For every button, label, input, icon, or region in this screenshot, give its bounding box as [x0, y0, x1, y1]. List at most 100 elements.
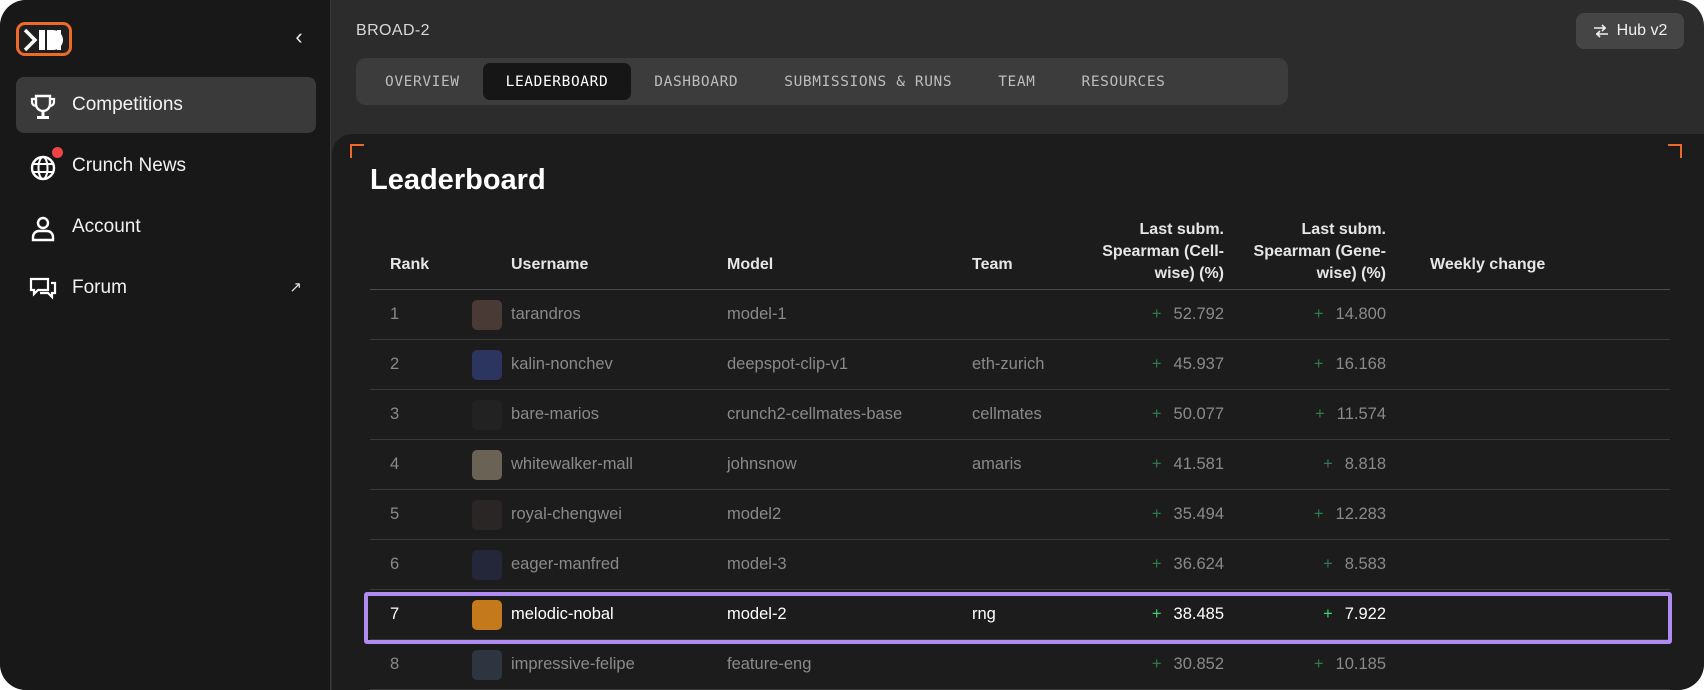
tab-submissions-runs[interactable]: SUBMISSIONS & RUNS: [761, 63, 975, 100]
table-row[interactable]: 4 whitewalker-mall johnsnow amaris +41.581 +8…: [370, 440, 1670, 490]
sidebar-item-competitions[interactable]: Competitions: [16, 77, 316, 133]
leaderboard-panel: Leaderboard Rank Username Model Team Las…: [332, 134, 1704, 690]
gene-wise-value: 12.283: [1335, 505, 1386, 523]
avatar: [472, 450, 502, 480]
cell-wise-value: 50.077: [1173, 405, 1224, 423]
cell-wise-score: +36.624: [1110, 555, 1224, 574]
plus-icon: +: [1313, 505, 1324, 523]
sidebar-item-account[interactable]: Account: [16, 199, 316, 255]
table-row[interactable]: 6 eager-manfred model-3 +36.624 +8.583: [370, 540, 1670, 590]
sidebar-item-label: Competitions: [72, 94, 183, 115]
rank-cell: 7: [390, 605, 400, 623]
sidebar-nav: Competitions Crunch News Account Forum ↗: [16, 77, 316, 321]
plus-icon: +: [1313, 305, 1324, 323]
cell-wise-value: 30.852: [1173, 655, 1224, 673]
table-row[interactable]: 8 impressive-felipe feature-eng +30.852 +10.…: [370, 640, 1670, 690]
table-row[interactable]: 3 bare-marios crunch2-cellmates-base cellma…: [370, 390, 1670, 440]
gene-wise-value: 11.574: [1336, 405, 1386, 423]
cell-wise-value: 41.581: [1173, 455, 1224, 473]
swap-icon: [1593, 24, 1608, 38]
gene-wise-value: 10.185: [1335, 655, 1386, 673]
column-header-cell-wise[interactable]: Last subm. Spearman (Cell-wise) (%): [1080, 219, 1224, 285]
rank-cell: 5: [390, 505, 400, 523]
plus-icon: +: [1323, 555, 1333, 573]
hub-switch-label: Hub v2: [1616, 22, 1668, 39]
avatar: [472, 350, 502, 380]
table-row[interactable]: 1 tarandros model-1 +52.792 +14.800: [370, 290, 1670, 340]
hub-switch-button[interactable]: Hub v2: [1576, 13, 1684, 49]
table-row[interactable]: 5 royal-chengwei model2 +35.494 +12.283: [370, 490, 1670, 540]
column-header-model[interactable]: Model: [727, 254, 773, 276]
gene-wise-value: 7.922: [1344, 605, 1386, 623]
gene-wise-score: +8.818: [1270, 455, 1386, 474]
cell-wise-score: +38.485: [1110, 605, 1224, 624]
gene-wise-score: +7.922: [1270, 605, 1386, 624]
user-icon: [31, 216, 55, 242]
column-header-rank[interactable]: Rank: [390, 254, 429, 276]
table-header: Rank Username Model Team Last subm. Spea…: [370, 219, 1670, 290]
cell-wise-value: 36.624: [1173, 555, 1224, 573]
plus-icon: +: [1151, 405, 1162, 423]
corner-accent: [350, 144, 364, 158]
cell-wise-score: +52.792: [1110, 305, 1224, 324]
column-header-weekly-change[interactable]: Weekly change: [1430, 254, 1545, 276]
username-cell[interactable]: eager-manfred: [511, 555, 619, 574]
sidebar-item-crunch-news[interactable]: Crunch News: [16, 138, 316, 194]
model-cell: feature-eng: [727, 655, 812, 673]
table-row[interactable]: 7 melodic-nobal model-2 rng +38.485 +7.922: [364, 590, 1672, 644]
avatar: [472, 400, 502, 430]
gene-wise-value: 16.168: [1335, 355, 1386, 373]
model-cell: crunch2-cellmates-base: [727, 405, 903, 423]
rank-cell: 4: [390, 455, 400, 473]
gene-wise-score: +8.583: [1270, 555, 1386, 574]
username-cell[interactable]: kalin-nonchev: [511, 355, 613, 374]
table-body: 1 tarandros model-1 +52.792 +14.800 2 kalin-no…: [364, 290, 1672, 690]
leaderboard-table: Rank Username Model Team Last subm. Spea…: [364, 219, 1672, 690]
breadcrumb: BROAD-2: [356, 22, 430, 39]
tab-team[interactable]: TEAM: [975, 63, 1058, 100]
username-cell[interactable]: impressive-felipe: [511, 655, 635, 674]
model-cell: model-1: [727, 305, 787, 323]
plus-icon: +: [1151, 605, 1162, 623]
username-cell[interactable]: royal-chengwei: [511, 505, 622, 524]
rank-cell: 2: [390, 355, 400, 373]
username-cell[interactable]: melodic-nobal: [511, 605, 614, 624]
trophy-icon: [30, 94, 56, 119]
rank-cell: 1: [390, 305, 400, 323]
team-cell: eth-zurich: [972, 355, 1045, 373]
tab-leaderboard[interactable]: LEADERBOARD: [482, 63, 632, 100]
model-cell: model2: [727, 505, 782, 523]
avatar: [472, 500, 502, 530]
sidebar-item-label: Crunch News: [72, 155, 187, 176]
model-cell: model-2: [727, 605, 787, 623]
crunchdao-logo[interactable]: [16, 22, 72, 56]
sidebar-item-forum[interactable]: Forum ↗: [16, 260, 316, 316]
cell-wise-score: +45.937: [1110, 355, 1224, 374]
column-header-username[interactable]: Username: [511, 254, 588, 276]
avatar: [472, 650, 502, 680]
tab-dashboard[interactable]: DASHBOARD: [631, 63, 761, 100]
username-cell[interactable]: whitewalker-mall: [511, 455, 633, 474]
tab-resources[interactable]: RESOURCES: [1059, 63, 1189, 100]
column-header-team[interactable]: Team: [972, 254, 1013, 276]
cell-wise-score: +35.494: [1110, 505, 1224, 524]
plus-icon: +: [1151, 505, 1162, 523]
page-title: Leaderboard: [370, 164, 546, 196]
table-row[interactable]: 2 kalin-nonchev deepspot-clip-v1 eth-zurich…: [370, 340, 1670, 390]
username-cell[interactable]: bare-marios: [511, 405, 599, 424]
plus-icon: +: [1323, 455, 1333, 473]
cell-wise-value: 35.494: [1173, 505, 1224, 523]
rank-cell: 8: [390, 655, 400, 673]
chat-icon: [29, 277, 57, 300]
rank-cell: 3: [390, 405, 400, 423]
username-cell[interactable]: tarandros: [511, 305, 581, 324]
plus-icon: +: [1313, 355, 1324, 373]
column-header-gene-wise[interactable]: Last subm. Spearman (Gene-wise) (%): [1250, 219, 1386, 285]
collapse-sidebar-icon[interactable]: ‹: [286, 24, 312, 50]
plus-icon: +: [1315, 405, 1325, 423]
sidebar-item-label: Forum: [72, 277, 127, 298]
competition-tabs: OVERVIEW LEADERBOARD DASHBOARD SUBMISSIO…: [356, 58, 1288, 105]
tab-overview[interactable]: OVERVIEW: [362, 63, 483, 100]
rank-cell: 6: [390, 555, 400, 573]
cell-wise-value: 45.937: [1173, 355, 1224, 373]
